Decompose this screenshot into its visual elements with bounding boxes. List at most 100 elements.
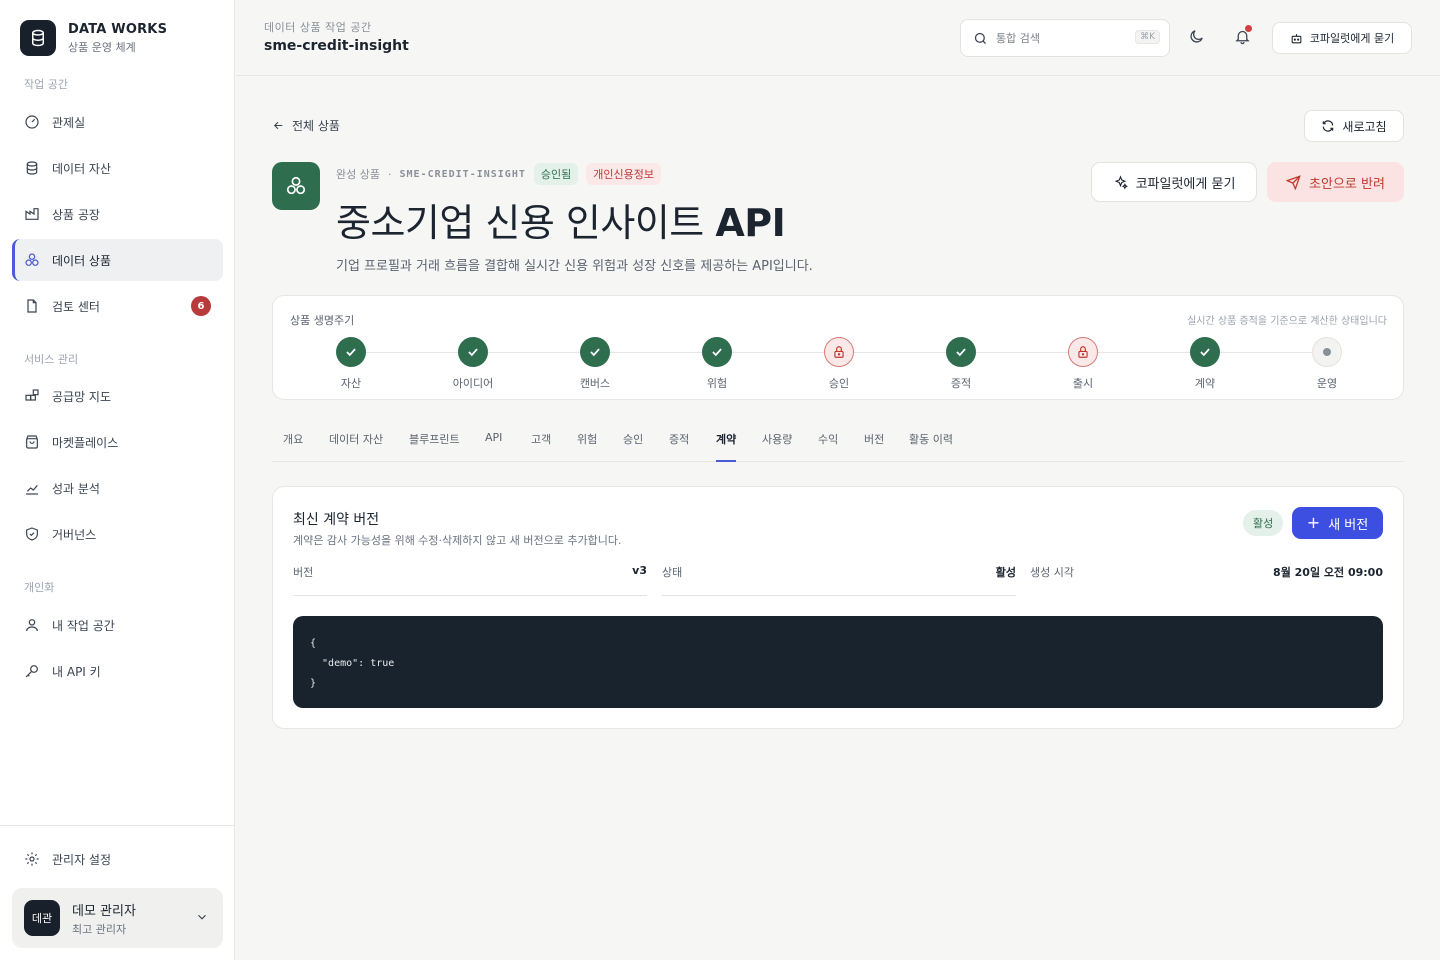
check-icon (702, 337, 732, 367)
tab-9[interactable]: 사용량 (762, 431, 792, 462)
lifecycle-step[interactable]: 계약 (1165, 337, 1245, 391)
lifecycle-step[interactable]: 캔버스 (555, 337, 635, 391)
sidebar-item-marketplace[interactable]: 마켓플레이스 (12, 421, 223, 463)
sidebar: DATA WORKS 상품 운영 체계 작업 공간 관제실 데이터 자산 상품 … (0, 0, 235, 960)
lifecycle-step[interactable]: 출시 (1043, 337, 1123, 391)
page-description: 기업 프로필과 거래 흐름을 결합해 실시간 신용 위험과 성장 신호를 제공하… (336, 259, 813, 274)
tab-10[interactable]: 수익 (818, 431, 838, 462)
search-input[interactable] (996, 31, 1126, 45)
check-icon (1190, 337, 1220, 367)
sidebar-item-label: 마켓플레이스 (52, 435, 119, 450)
lifecycle-step[interactable]: 증적 (921, 337, 1001, 391)
sidebar-item-label: 성과 분석 (52, 481, 100, 496)
sidebar-item-supply-map[interactable]: 공급망 지도 (12, 375, 223, 417)
cluster-icon (25, 253, 39, 266)
lifecycle-step[interactable]: 운영 (1287, 337, 1367, 391)
sidebar-item-factory[interactable]: 상품 공장 (12, 193, 223, 235)
gauge-icon (25, 115, 39, 129)
brand-subtitle: 상품 운영 체계 (68, 40, 136, 54)
user-card[interactable]: 데관 데모 관리자 최고 관리자 (12, 888, 223, 948)
sidebar-item-label: 관리자 설정 (52, 852, 112, 867)
sidebar-item-my-workspace[interactable]: 내 작업 공간 (12, 604, 223, 646)
copilot-top-label: 코파일럿에게 묻기 (1309, 32, 1395, 45)
search-shortcut: ⌘K (1135, 30, 1160, 44)
theme-toggle-button[interactable] (1186, 26, 1206, 46)
lifecycle-step[interactable]: 승인 (799, 337, 879, 391)
product-tabs: 개요 데이터 자산 블루프린트 API 고객 위험 승인 증적 계약 사용량 수익 버전 활동 이력 (272, 425, 1404, 462)
search-box[interactable]: ⌘K (960, 19, 1170, 57)
approved-tag: 승인됨 (533, 163, 579, 185)
sidebar-item-control-room[interactable]: 관제실 (12, 101, 223, 143)
brand-title: DATA WORKS (68, 21, 168, 37)
tab-0[interactable]: 개요 (283, 431, 303, 462)
tab-8[interactable]: 계약 (716, 431, 737, 462)
product-code: SME-CREDIT-INSIGHT (399, 168, 526, 180)
lifecycle-note: 실시간 상품 증적을 기준으로 계산한 상태입니다 (1187, 316, 1387, 327)
sidebar-item-data-products[interactable]: 데이터 상품 (12, 239, 223, 281)
sidebar-item-data-assets[interactable]: 데이터 자산 (12, 147, 223, 189)
sidebar-item-analytics[interactable]: 성과 분석 (12, 467, 223, 509)
section-service: 서비스 관리 (24, 353, 79, 366)
check-icon (336, 337, 366, 367)
new-version-button[interactable]: + 새 버전 (1292, 507, 1383, 539)
tab-4[interactable]: 고객 (531, 431, 551, 462)
field-value: 활성 (995, 566, 1016, 579)
lifecycle-step-label: 계약 (1194, 377, 1216, 390)
sidebar-item-admin-settings[interactable]: 관리자 설정 (12, 838, 223, 880)
check-icon (458, 337, 488, 367)
arrow-left-icon (273, 121, 283, 130)
notification-dot (1245, 25, 1252, 32)
sidebar-item-label: 공급망 지도 (52, 389, 112, 404)
lifecycle-step[interactable]: 위험 (677, 337, 757, 391)
sidebar-item-label: 데이터 상품 (52, 253, 112, 268)
sidebar-item-label: 내 API 키 (52, 664, 101, 679)
copilot-label: 코파일럿에게 묻기 (1135, 176, 1236, 192)
title-main: 중소기업 신용 인사이트 (336, 201, 716, 245)
sidebar-item-review-center[interactable]: 검토 센터 6 (12, 285, 223, 327)
field-key: 생성 시각 (1030, 566, 1074, 579)
lifecycle-step-label: 캔버스 (579, 377, 611, 390)
sidebar-item-governance[interactable]: 거버넌스 (12, 513, 223, 555)
contract-subtitle: 계약은 감사 가능성을 위해 수정·삭제하지 않고 새 버전으로 추가합니다. (293, 534, 622, 547)
lifecycle-step-label: 출시 (1072, 377, 1094, 390)
tab-7[interactable]: 증적 (669, 431, 689, 462)
back-to-products-link[interactable]: 전체 상품 (272, 117, 340, 134)
field-value: 8월 20일 오전 09:00 (1273, 566, 1383, 579)
document-icon (27, 299, 37, 313)
notifications-button[interactable] (1232, 25, 1252, 46)
return-to-draft-button[interactable]: 초안으로 반려 (1267, 162, 1404, 202)
sidebar-item-label: 내 작업 공간 (52, 618, 115, 633)
tab-5[interactable]: 위험 (577, 431, 597, 462)
contract-title: 최신 계약 버전 (293, 512, 380, 528)
shield-icon (26, 527, 38, 541)
sidebar-item-label: 상품 공장 (52, 207, 100, 222)
tab-11[interactable]: 버전 (864, 431, 884, 462)
sidebar-item-label: 검토 센터 (52, 299, 100, 314)
robot-icon (1291, 33, 1302, 43)
send-icon (1286, 174, 1301, 190)
lifecycle-step[interactable]: 아이디어 (433, 337, 513, 391)
tab-1[interactable]: 데이터 자산 (329, 431, 383, 462)
lifecycle-step[interactable]: 자산 (311, 337, 391, 391)
review-count-badge: 6 (191, 296, 211, 316)
copilot-top-button[interactable]: 코파일럿에게 묻기 (1272, 22, 1412, 54)
brand[interactable]: DATA WORKS 상품 운영 체계 (20, 20, 167, 56)
tab-6[interactable]: 승인 (623, 431, 643, 462)
copilot-button[interactable]: 코파일럿에게 묻기 (1091, 162, 1257, 202)
user-name: 데모 관리자 (72, 903, 136, 919)
tab-3[interactable]: API (485, 431, 502, 462)
lock-icon (824, 337, 854, 367)
sidebar-item-my-api-keys[interactable]: 내 API 키 (12, 650, 223, 692)
key-icon (25, 665, 38, 678)
tab-2[interactable]: 블루프린트 (409, 431, 460, 462)
chevron-down-icon[interactable] (195, 910, 209, 924)
lifecycle-step-label: 자산 (340, 377, 362, 390)
tab-12[interactable]: 활동 이력 (909, 431, 953, 462)
field-created-at: 생성 시각 8월 20일 오전 09:00 (1030, 564, 1383, 596)
user-icon (26, 619, 38, 632)
meta-separator: · (387, 167, 392, 181)
check-icon (946, 337, 976, 367)
back-label: 전체 상품 (292, 119, 340, 133)
chart-icon (26, 484, 38, 495)
refresh-button[interactable]: 새로고침 (1304, 110, 1404, 142)
